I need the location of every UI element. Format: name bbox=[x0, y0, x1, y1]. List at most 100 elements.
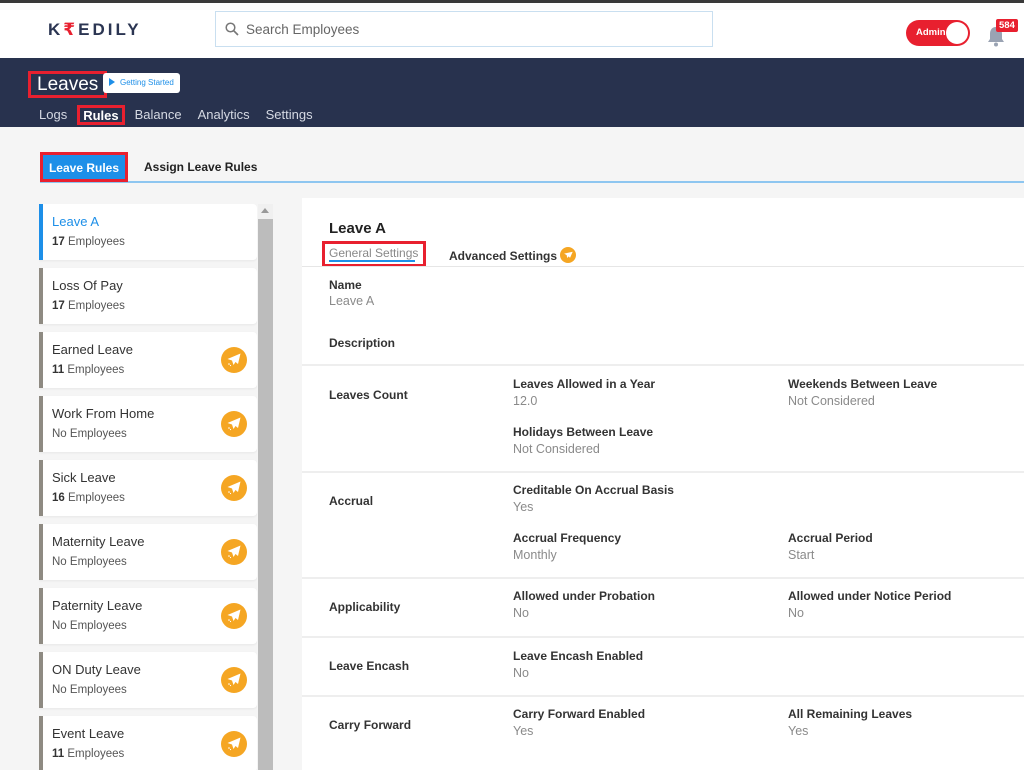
rules-list-scrollbar[interactable] bbox=[258, 204, 273, 770]
leave-rule-employee-count: 16 Employees bbox=[52, 492, 125, 504]
divider bbox=[302, 471, 1024, 473]
leave-rule-name: Maternity Leave bbox=[52, 534, 145, 549]
admin-toggle[interactable]: Admin bbox=[906, 20, 970, 46]
airplane-icon bbox=[221, 411, 247, 437]
kredily-logo[interactable]: K₹EDILY bbox=[48, 20, 142, 40]
search-box[interactable] bbox=[215, 11, 713, 47]
top-bar: K₹EDILY Admin 584 bbox=[0, 3, 1024, 58]
airplane-icon bbox=[221, 347, 247, 373]
holidays-between-label: Holidays Between Leave bbox=[513, 425, 654, 439]
divider bbox=[302, 364, 1024, 366]
accrual-period-label: Accrual Period bbox=[788, 531, 873, 545]
leave-rule-item[interactable]: Event Leave 11 Employees bbox=[39, 716, 257, 770]
active-tab-underline bbox=[329, 260, 416, 262]
subnav-settings[interactable]: Settings bbox=[266, 105, 313, 125]
search-icon bbox=[225, 22, 239, 36]
leaves-allowed-label: Leaves Allowed in a Year bbox=[513, 377, 656, 391]
notification-badge: 584 bbox=[996, 19, 1018, 32]
leave-rule-name: Leave A bbox=[52, 214, 99, 229]
airplane-icon bbox=[560, 247, 577, 263]
toggle-knob bbox=[946, 22, 968, 44]
leave-rules-list: Leave A 17 Employees Loss Of Pay 17 Employe… bbox=[39, 204, 257, 770]
employee-count-suffix: Employees bbox=[64, 492, 125, 504]
tab-general-settings[interactable]: General Settings bbox=[322, 241, 427, 267]
accrual-period-value: Start bbox=[788, 548, 815, 562]
airplane-icon bbox=[221, 539, 247, 565]
scroll-up-arrow-icon[interactable] bbox=[261, 208, 269, 213]
employee-count-suffix: Employees bbox=[64, 300, 125, 312]
all-remaining-label: All Remaining Leaves bbox=[788, 707, 913, 721]
leave-rule-item[interactable]: Loss Of Pay 17 Employees bbox=[39, 268, 257, 324]
leave-rule-name: Work From Home bbox=[52, 406, 155, 421]
employee-count-number: 11 bbox=[52, 364, 65, 376]
logo-rupee: ₹ bbox=[63, 20, 79, 39]
tab-assign-leave-rules[interactable]: Assign Leave Rules bbox=[144, 152, 257, 182]
leave-rule-employee-count: 17 Employees bbox=[52, 300, 125, 312]
subnav-balance[interactable]: Balance bbox=[135, 105, 182, 125]
search-input[interactable] bbox=[246, 12, 706, 46]
notice-period-label: Allowed under Notice Period bbox=[788, 589, 952, 603]
name-value: Leave A bbox=[329, 294, 375, 308]
tab-advanced-settings[interactable]: Advanced Settings bbox=[449, 247, 577, 263]
leave-rule-item[interactable]: Work From Home No Employees bbox=[39, 396, 257, 452]
subnav-analytics[interactable]: Analytics bbox=[198, 105, 250, 125]
airplane-icon bbox=[221, 603, 247, 629]
employee-count-suffix: No Employees bbox=[52, 428, 127, 440]
rule-detail-title: Leave A bbox=[329, 220, 386, 237]
section-applicability: Applicability bbox=[329, 600, 401, 614]
leave-rule-name: Event Leave bbox=[52, 726, 125, 741]
name-label: Name bbox=[329, 278, 362, 292]
leave-rule-item[interactable]: Paternity Leave No Employees bbox=[39, 588, 257, 644]
weekends-between-value: Not Considered bbox=[788, 394, 875, 408]
carry-forward-enabled-value: Yes bbox=[513, 724, 534, 738]
leave-rule-item[interactable]: Maternity Leave No Employees bbox=[39, 524, 257, 580]
creditable-value: Yes bbox=[513, 500, 534, 514]
subnav-logs[interactable]: Logs bbox=[39, 105, 67, 125]
leaves-allowed-value: 12.0 bbox=[513, 394, 538, 408]
employee-count-suffix: No Employees bbox=[52, 620, 127, 632]
section-carry-forward: Carry Forward bbox=[329, 718, 412, 732]
leave-rule-name: Paternity Leave bbox=[52, 598, 143, 613]
rule-detail-panel: Leave A General Settings Advanced Settin… bbox=[302, 198, 1024, 770]
scrollbar-thumb[interactable] bbox=[258, 219, 273, 770]
leave-rule-employee-count: 11 Employees bbox=[52, 364, 124, 376]
general-settings-label: General Settings bbox=[329, 246, 419, 260]
leave-rule-name: Loss Of Pay bbox=[52, 278, 123, 293]
leave-rule-item[interactable]: ON Duty Leave No Employees bbox=[39, 652, 257, 708]
logo-rest: EDILY bbox=[78, 20, 142, 39]
employee-count-suffix: Employees bbox=[64, 748, 125, 760]
leave-rule-employee-count: 11 Employees bbox=[52, 748, 124, 760]
getting-started-label: Getting Started bbox=[120, 78, 174, 87]
module-subnav: Logs Rules Balance Analytics Settings bbox=[39, 105, 329, 125]
weekends-between-label: Weekends Between Leave bbox=[788, 377, 938, 391]
accrual-frequency-value: Monthly bbox=[513, 548, 557, 562]
divider bbox=[302, 577, 1024, 579]
admin-toggle-label: Admin bbox=[916, 27, 946, 38]
employee-count-number: 17 bbox=[52, 236, 65, 248]
employee-count-number: 17 bbox=[52, 300, 65, 312]
subnav-rules[interactable]: Rules bbox=[77, 105, 125, 125]
airplane-icon bbox=[221, 731, 247, 757]
tab-leave-rules[interactable]: Leave Rules bbox=[40, 152, 128, 182]
notice-period-value: No bbox=[788, 606, 804, 620]
employee-count-number: 11 bbox=[52, 748, 65, 760]
description-label: Description bbox=[329, 336, 396, 350]
leave-rule-employee-count: No Employees bbox=[52, 428, 127, 440]
employee-count-suffix: No Employees bbox=[52, 684, 127, 696]
employee-count-suffix: Employees bbox=[64, 364, 125, 376]
section-leave-encash: Leave Encash bbox=[329, 659, 410, 673]
page-title: Leaves bbox=[28, 71, 108, 98]
section-leaves-count: Leaves Count bbox=[329, 388, 408, 402]
leave-rule-item[interactable]: Leave A 17 Employees bbox=[39, 204, 257, 260]
leave-rule-item[interactable]: Sick Leave 16 Employees bbox=[39, 460, 257, 516]
getting-started-button[interactable]: Getting Started bbox=[103, 73, 180, 93]
creditable-label: Creditable On Accrual Basis bbox=[513, 483, 674, 497]
module-header: Leaves Getting Started Logs Rules Balanc… bbox=[0, 58, 1024, 127]
encash-enabled-value: No bbox=[513, 666, 529, 680]
airplane-icon bbox=[221, 475, 247, 501]
section-accrual: Accrual bbox=[329, 494, 374, 508]
all-remaining-value: Yes bbox=[788, 724, 809, 738]
leave-rule-employee-count: 17 Employees bbox=[52, 236, 125, 248]
probation-label: Allowed under Probation bbox=[513, 589, 656, 603]
leave-rule-item[interactable]: Earned Leave 11 Employees bbox=[39, 332, 257, 388]
